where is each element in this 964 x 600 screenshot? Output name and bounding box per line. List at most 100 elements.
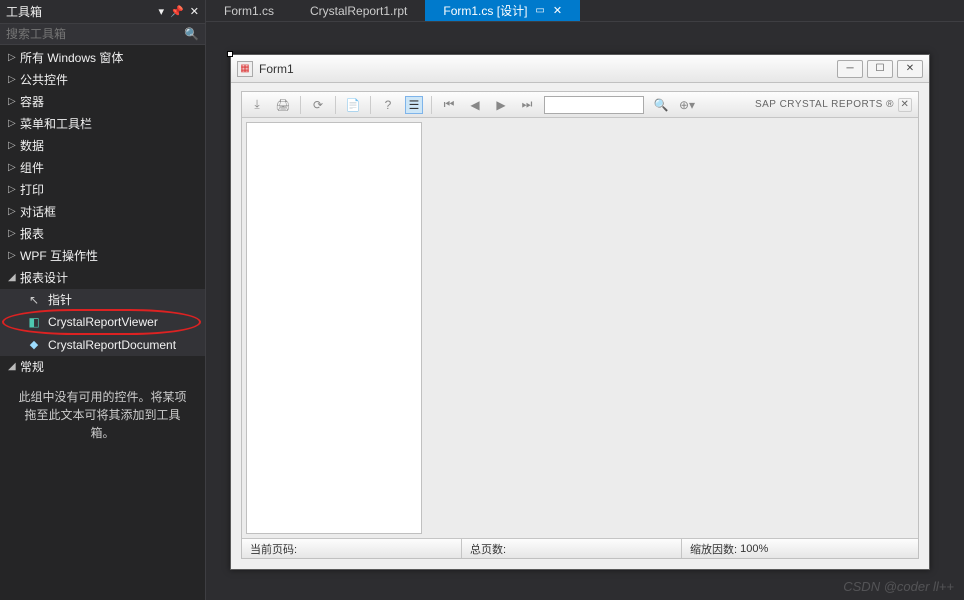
chevron-right-icon: ▷: [8, 49, 20, 67]
tab-label: Form1.cs: [224, 4, 274, 18]
status-label: 缩放因数:: [690, 541, 737, 557]
tree-group-label: 公共控件: [20, 71, 68, 89]
keep-open-icon[interactable]: ▭: [535, 5, 544, 16]
toolbox-tree: ▷所有 Windows 窗体 ▷公共控件 ▷容器 ▷菜单和工具栏 ▷数据 ▷组件…: [0, 45, 205, 600]
crv-body: [242, 118, 918, 538]
minimize-button[interactable]: ─: [837, 60, 863, 78]
toggle-tree-icon[interactable]: ☰: [405, 96, 423, 114]
tree-item-crystalreportdocument[interactable]: CrystalReportDocument: [0, 333, 205, 356]
first-page-icon[interactable]: ⏮: [440, 96, 458, 114]
brand-label: SAP CRYSTAL REPORTS ®: [755, 99, 894, 110]
dropdown-icon[interactable]: ▾: [159, 5, 165, 18]
export-icon[interactable]: ⤓: [248, 96, 266, 114]
last-page-icon[interactable]: ⏭: [518, 96, 536, 114]
tree-group-general[interactable]: ◢常规: [0, 356, 205, 378]
refresh-icon[interactable]: ⟳: [309, 96, 327, 114]
chevron-right-icon: ▷: [8, 137, 20, 155]
form-window[interactable]: ▦ Form1 ─ ☐ ✕ ⤓ 🖨 ⟳ 📄 ? ☰: [230, 54, 930, 570]
tree-group-label: 常规: [20, 358, 44, 376]
status-label: 总页数:: [470, 541, 506, 557]
tree-item-label: 指针: [48, 291, 72, 309]
crv-brand: SAP CRYSTAL REPORTS ® ✕: [755, 98, 912, 112]
tree-group-label: 报表: [20, 225, 44, 243]
print-icon[interactable]: 🖨: [274, 96, 292, 114]
empty-group-message: 此组中没有可用的控件。将某项拖至此文本可将其添加到工具箱。: [0, 378, 205, 452]
tree-group[interactable]: ▷报表: [0, 223, 205, 245]
prev-page-icon[interactable]: ◀: [466, 96, 484, 114]
toolbox-title: 工具箱: [6, 3, 159, 20]
tree-group[interactable]: ▷所有 Windows 窗体: [0, 47, 205, 69]
close-button[interactable]: ✕: [897, 60, 923, 78]
tree-group[interactable]: ▷打印: [0, 179, 205, 201]
tab-crystalreport1-rpt[interactable]: CrystalReport1.rpt: [292, 0, 425, 21]
status-total-pages: 总页数:: [462, 539, 682, 558]
tab-form1-cs[interactable]: Form1.cs: [206, 0, 292, 21]
tree-group-label: WPF 互操作性: [20, 247, 98, 265]
close-icon[interactable]: ✕: [553, 4, 562, 17]
toolbox-panel: 工具箱 ▾ 📌 ✕ 🔍 ▷所有 Windows 窗体 ▷公共控件 ▷容器 ▷菜单…: [0, 0, 206, 600]
pin-icon[interactable]: 📌: [170, 5, 184, 18]
tree-group[interactable]: ▷数据: [0, 135, 205, 157]
document-tabs: Form1.cs CrystalReport1.rpt Form1.cs [设计…: [206, 0, 964, 22]
tab-label: CrystalReport1.rpt: [310, 4, 407, 18]
tab-form1-cs-design[interactable]: Form1.cs [设计] ▭ ✕: [425, 0, 580, 21]
form-title: Form1: [259, 62, 837, 76]
next-page-icon[interactable]: ▶: [492, 96, 510, 114]
crv-status-bar: 当前页码: 总页数: 缩放因数: 100%: [242, 538, 918, 558]
search-icon[interactable]: 🔍: [184, 27, 199, 41]
status-current-page: 当前页码:: [242, 539, 462, 558]
tree-group-label: 数据: [20, 137, 44, 155]
crystal-report-viewer[interactable]: ⤓ 🖨 ⟳ 📄 ? ☰ ⏮ ◀ ▶ ⏭ 🔍 ⊕▾: [241, 91, 919, 559]
tree-item-pointer[interactable]: 指针: [0, 289, 205, 311]
chevron-right-icon: ▷: [8, 203, 20, 221]
editor-area: Form1.cs CrystalReport1.rpt Form1.cs [设计…: [206, 0, 964, 600]
zoom-icon[interactable]: ⊕▾: [678, 96, 696, 114]
resize-handle[interactable]: [227, 51, 233, 57]
tree-group-label: 菜单和工具栏: [20, 115, 92, 133]
chevron-right-icon: ▷: [8, 115, 20, 133]
tree-group[interactable]: ▷容器: [0, 91, 205, 113]
tree-group-label: 容器: [20, 93, 44, 111]
watermark: CSDN @coder ll++: [843, 579, 954, 594]
toolbox-header: 工具箱 ▾ 📌 ✕: [0, 0, 205, 24]
tree-group[interactable]: ▷对话框: [0, 201, 205, 223]
chevron-right-icon: ▷: [8, 225, 20, 243]
form-titlebar[interactable]: ▦ Form1 ─ ☐ ✕: [231, 55, 929, 83]
report-document-icon: [26, 335, 42, 354]
help-icon[interactable]: ?: [379, 96, 397, 114]
tree-item-crystalreportviewer[interactable]: CrystalReportViewer: [0, 311, 205, 333]
status-label: 当前页码:: [250, 541, 297, 557]
chevron-right-icon: ▷: [8, 93, 20, 111]
chevron-right-icon: ▷: [8, 71, 20, 89]
tree-group[interactable]: ▷菜单和工具栏: [0, 113, 205, 135]
form-icon: ▦: [237, 61, 253, 77]
tree-group[interactable]: ▷组件: [0, 157, 205, 179]
find-icon[interactable]: 🔍: [652, 96, 670, 114]
close-icon[interactable]: ✕: [190, 5, 199, 18]
designer-surface[interactable]: ▦ Form1 ─ ☐ ✕ ⤓ 🖨 ⟳ 📄 ? ☰: [206, 22, 964, 600]
tree-item-label: CrystalReportDocument: [48, 336, 176, 354]
chevron-right-icon: ▷: [8, 181, 20, 199]
chevron-down-icon: ◢: [8, 269, 20, 287]
crv-report-area[interactable]: [426, 118, 918, 538]
brand-close-icon[interactable]: ✕: [898, 98, 912, 112]
chevron-right-icon: ▷: [8, 159, 20, 177]
chevron-down-icon: ◢: [8, 358, 20, 376]
toolbox-search-input[interactable]: [6, 27, 184, 41]
crv-toolbar: ⤓ 🖨 ⟳ 📄 ? ☰ ⏮ ◀ ▶ ⏭ 🔍 ⊕▾: [242, 92, 918, 118]
tree-group[interactable]: ▷WPF 互操作性: [0, 245, 205, 267]
separator: [370, 96, 371, 114]
tree-group-label: 所有 Windows 窗体: [20, 49, 123, 67]
crv-group-tree[interactable]: [246, 122, 422, 534]
tree-group-report-design[interactable]: ◢报表设计: [0, 267, 205, 289]
tree-group[interactable]: ▷公共控件: [0, 69, 205, 91]
tree-group-label: 组件: [20, 159, 44, 177]
separator: [431, 96, 432, 114]
copy-icon[interactable]: 📄: [344, 96, 362, 114]
page-number-input[interactable]: [544, 96, 644, 114]
maximize-button[interactable]: ☐: [867, 60, 893, 78]
chevron-right-icon: ▷: [8, 247, 20, 265]
separator: [335, 96, 336, 114]
tree-item-label: CrystalReportViewer: [48, 313, 158, 331]
status-value: 100%: [740, 543, 768, 555]
